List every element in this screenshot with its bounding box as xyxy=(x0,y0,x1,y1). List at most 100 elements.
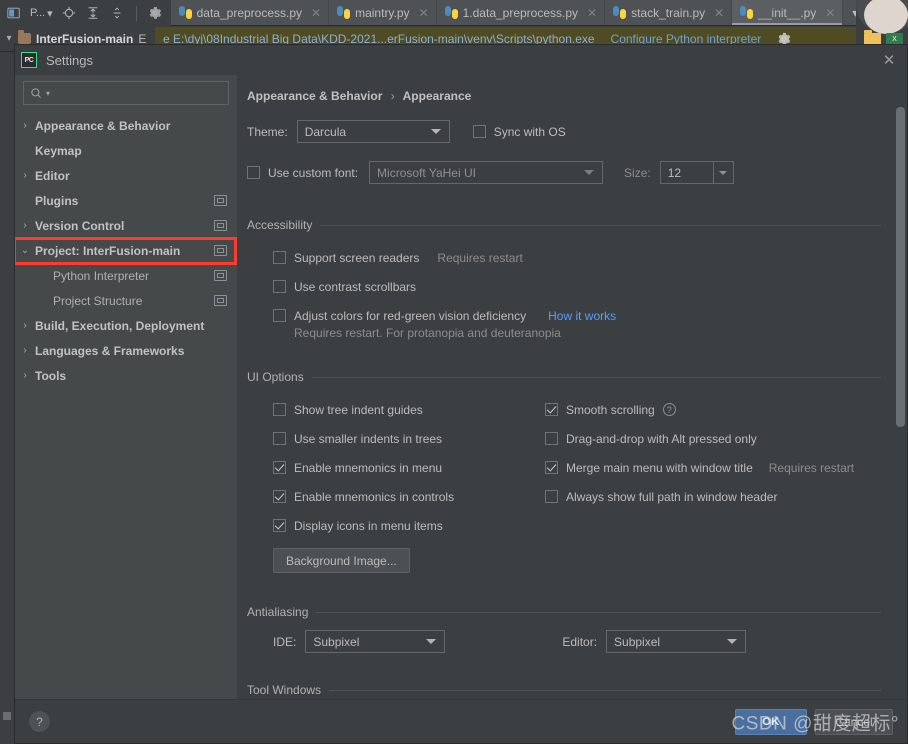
antialiasing-section-header: Antialiasing xyxy=(247,605,881,619)
close-tab-icon[interactable]: ✕ xyxy=(825,6,835,20)
editor-antialiasing-value: Subpixel xyxy=(614,634,661,649)
font-size-value[interactable]: 12 xyxy=(661,162,713,183)
breadcrumb: Appearance & Behavior › Appearance xyxy=(247,89,881,103)
use-smaller-indents-in-trees-checkbox[interactable] xyxy=(273,432,286,445)
sidebar-item-project-interfusion-main[interactable]: ⌄ Project: InterFusion-main xyxy=(15,238,237,263)
font-family-select[interactable]: Microsoft YaHei UI xyxy=(369,161,604,184)
ui-option-row[interactable]: Enable mnemonics in controls xyxy=(273,482,545,511)
sidebar-item-label: Tools xyxy=(35,368,67,383)
ide-antialiasing-select[interactable]: Subpixel xyxy=(305,630,446,653)
use-custom-font-checkbox[interactable] xyxy=(247,166,260,179)
ui-options-section: UI Options Show tree indent guides Use sm… xyxy=(247,370,881,573)
sidebar-item-build-execution-deployment[interactable]: › Build, Execution, Deployment xyxy=(15,313,237,338)
project-window-icon[interactable] xyxy=(6,6,21,21)
ui-option-row[interactable]: Smooth scrolling? xyxy=(545,395,881,424)
custom-font-row: Use custom font: Microsoft YaHei UI Size… xyxy=(247,161,881,184)
font-size-spinner[interactable]: 12 xyxy=(659,161,734,184)
sidebar-item-appearance-behavior[interactable]: › Appearance & Behavior xyxy=(15,113,237,138)
background-image-button[interactable]: Background Image... xyxy=(273,548,410,573)
editor-tab[interactable]: maintry.py ✕ xyxy=(329,0,437,25)
settings-tree-pane: ▾ › Appearance & Behavior Keymap › Editor Plu… xyxy=(15,75,237,699)
help-button[interactable]: ? xyxy=(29,711,50,732)
sidebar-item-python-interpreter[interactable]: Python Interpreter xyxy=(15,263,237,288)
red-green-deficiency-checkbox[interactable] xyxy=(273,309,286,322)
sidebar-item-tools[interactable]: › Tools xyxy=(15,363,237,388)
editor-tab[interactable]: 1.data_preprocess.py ✕ xyxy=(436,0,606,25)
toolbar-project-label[interactable]: P... ▾ xyxy=(30,7,53,20)
sidebar-item-project-structure[interactable]: Project Structure xyxy=(15,288,237,313)
merge-main-menu-with-window-title-checkbox[interactable] xyxy=(545,461,558,474)
ui-option-row[interactable]: Merge main menu with window title Require… xyxy=(545,453,881,482)
close-icon[interactable]: ✕ xyxy=(879,50,899,70)
settings-gear-icon[interactable] xyxy=(148,6,163,21)
cancel-button[interactable]: Cancel xyxy=(815,708,893,735)
enable-mnemonics-in-menu-checkbox[interactable] xyxy=(273,461,286,474)
left-strip-button[interactable] xyxy=(3,712,11,720)
close-tab-icon[interactable]: ✕ xyxy=(587,6,597,20)
search-box[interactable]: ▾ xyxy=(23,81,229,105)
sync-with-os-checkbox[interactable] xyxy=(472,125,486,138)
footer-actions: OK Cancel xyxy=(735,708,893,735)
chevron-right-icon[interactable]: › xyxy=(15,120,35,131)
drag-and-drop-with-alt-pressed-only-checkbox[interactable] xyxy=(545,432,558,445)
sidebar-item-version-control[interactable]: › Version Control xyxy=(15,213,237,238)
editor-antialiasing-select[interactable]: Subpixel xyxy=(606,630,747,653)
collapse-all-icon[interactable] xyxy=(86,6,101,21)
font-size-dropdown-icon[interactable] xyxy=(712,162,733,183)
search-input[interactable] xyxy=(53,86,222,100)
enable-mnemonics-in-controls-checkbox[interactable] xyxy=(273,490,286,503)
ui-option-row[interactable]: Always show full path in window header xyxy=(545,482,881,511)
python-file-icon xyxy=(740,6,754,19)
tool-windows-section: Tool Windows xyxy=(247,683,881,697)
font-family-value: Microsoft YaHei UI xyxy=(377,165,476,180)
ui-option-row[interactable]: Enable mnemonics in menu xyxy=(273,453,545,482)
contrast-scrollbars-checkbox[interactable] xyxy=(273,280,286,293)
nav-collapse-chevron-icon[interactable]: ▾ xyxy=(0,33,18,44)
search-dropdown-caret-icon[interactable]: ▾ xyxy=(46,89,50,98)
chevron-right-icon[interactable]: › xyxy=(15,370,35,381)
contrast-scrollbars-row[interactable]: Use contrast scrollbars xyxy=(273,272,881,301)
settings-scrollbar-thumb[interactable] xyxy=(896,107,905,427)
chevron-right-icon[interactable]: › xyxy=(15,320,35,331)
chevron-down-icon[interactable]: ⌄ xyxy=(15,245,35,256)
use-custom-font-checkbox-row[interactable]: Use custom font: xyxy=(247,166,358,180)
sync-with-os-checkbox-row[interactable]: Sync with OS xyxy=(472,124,566,139)
chevron-right-icon[interactable]: › xyxy=(15,345,35,356)
editor-tab[interactable]: data_preprocess.py ✕ xyxy=(170,0,330,25)
chevron-right-icon[interactable]: › xyxy=(15,220,35,231)
ok-button[interactable]: OK xyxy=(735,708,807,735)
sidebar-item-plugins[interactable]: Plugins xyxy=(15,188,237,213)
sidebar-item-languages-frameworks[interactable]: › Languages & Frameworks xyxy=(15,338,237,363)
smooth-scrolling-checkbox[interactable] xyxy=(545,403,558,416)
module-settings-badge-icon xyxy=(214,220,227,231)
ui-option-row[interactable]: Display icons in menu items xyxy=(273,511,545,540)
sync-with-os-label: Sync with OS xyxy=(493,124,566,139)
close-tab-icon[interactable]: ✕ xyxy=(419,6,429,20)
red-green-deficiency-note: Requires restart. For protanopia and deu… xyxy=(294,326,561,340)
always-show-full-path-in-window-header-checkbox[interactable] xyxy=(545,490,558,503)
how-it-works-link[interactable]: How it works xyxy=(548,309,616,323)
close-tab-icon[interactable]: ✕ xyxy=(714,6,724,20)
breadcrumb-current: Appearance xyxy=(402,89,472,103)
ui-option-row[interactable]: Show tree indent guides xyxy=(273,395,545,424)
theme-select[interactable]: Darcula xyxy=(296,120,450,143)
chevron-right-icon[interactable]: › xyxy=(15,170,35,181)
ui-option-row[interactable]: Drag-and-drop with Alt pressed only xyxy=(545,424,881,453)
font-size-label: Size: xyxy=(624,165,651,180)
close-tab-icon[interactable]: ✕ xyxy=(311,6,321,20)
sidebar-item-label: Version Control xyxy=(35,218,125,233)
show-tree-indent-guides-checkbox[interactable] xyxy=(273,403,286,416)
editor-tab[interactable]: stack_train.py ✕ xyxy=(605,0,733,25)
display-icons-in-menu-items-checkbox[interactable] xyxy=(273,519,286,532)
editor-tab[interactable]: __init__.py ✕ xyxy=(732,0,844,25)
help-icon[interactable]: ? xyxy=(662,403,676,416)
ui-option-row[interactable]: Use smaller indents in trees xyxy=(273,424,545,453)
sidebar-item-editor[interactable]: › Editor xyxy=(15,163,237,188)
expand-all-icon[interactable] xyxy=(110,6,125,21)
sidebar-item-keymap[interactable]: Keymap xyxy=(15,138,237,163)
target-icon[interactable] xyxy=(62,6,77,21)
dialog-body: ▾ › Appearance & Behavior Keymap › Editor Plu… xyxy=(15,75,907,699)
breadcrumb-parent[interactable]: Appearance & Behavior xyxy=(247,89,382,103)
support-screen-readers-checkbox[interactable] xyxy=(273,251,286,264)
support-screen-readers-row[interactable]: Support screen readers Requires restart xyxy=(273,243,881,272)
